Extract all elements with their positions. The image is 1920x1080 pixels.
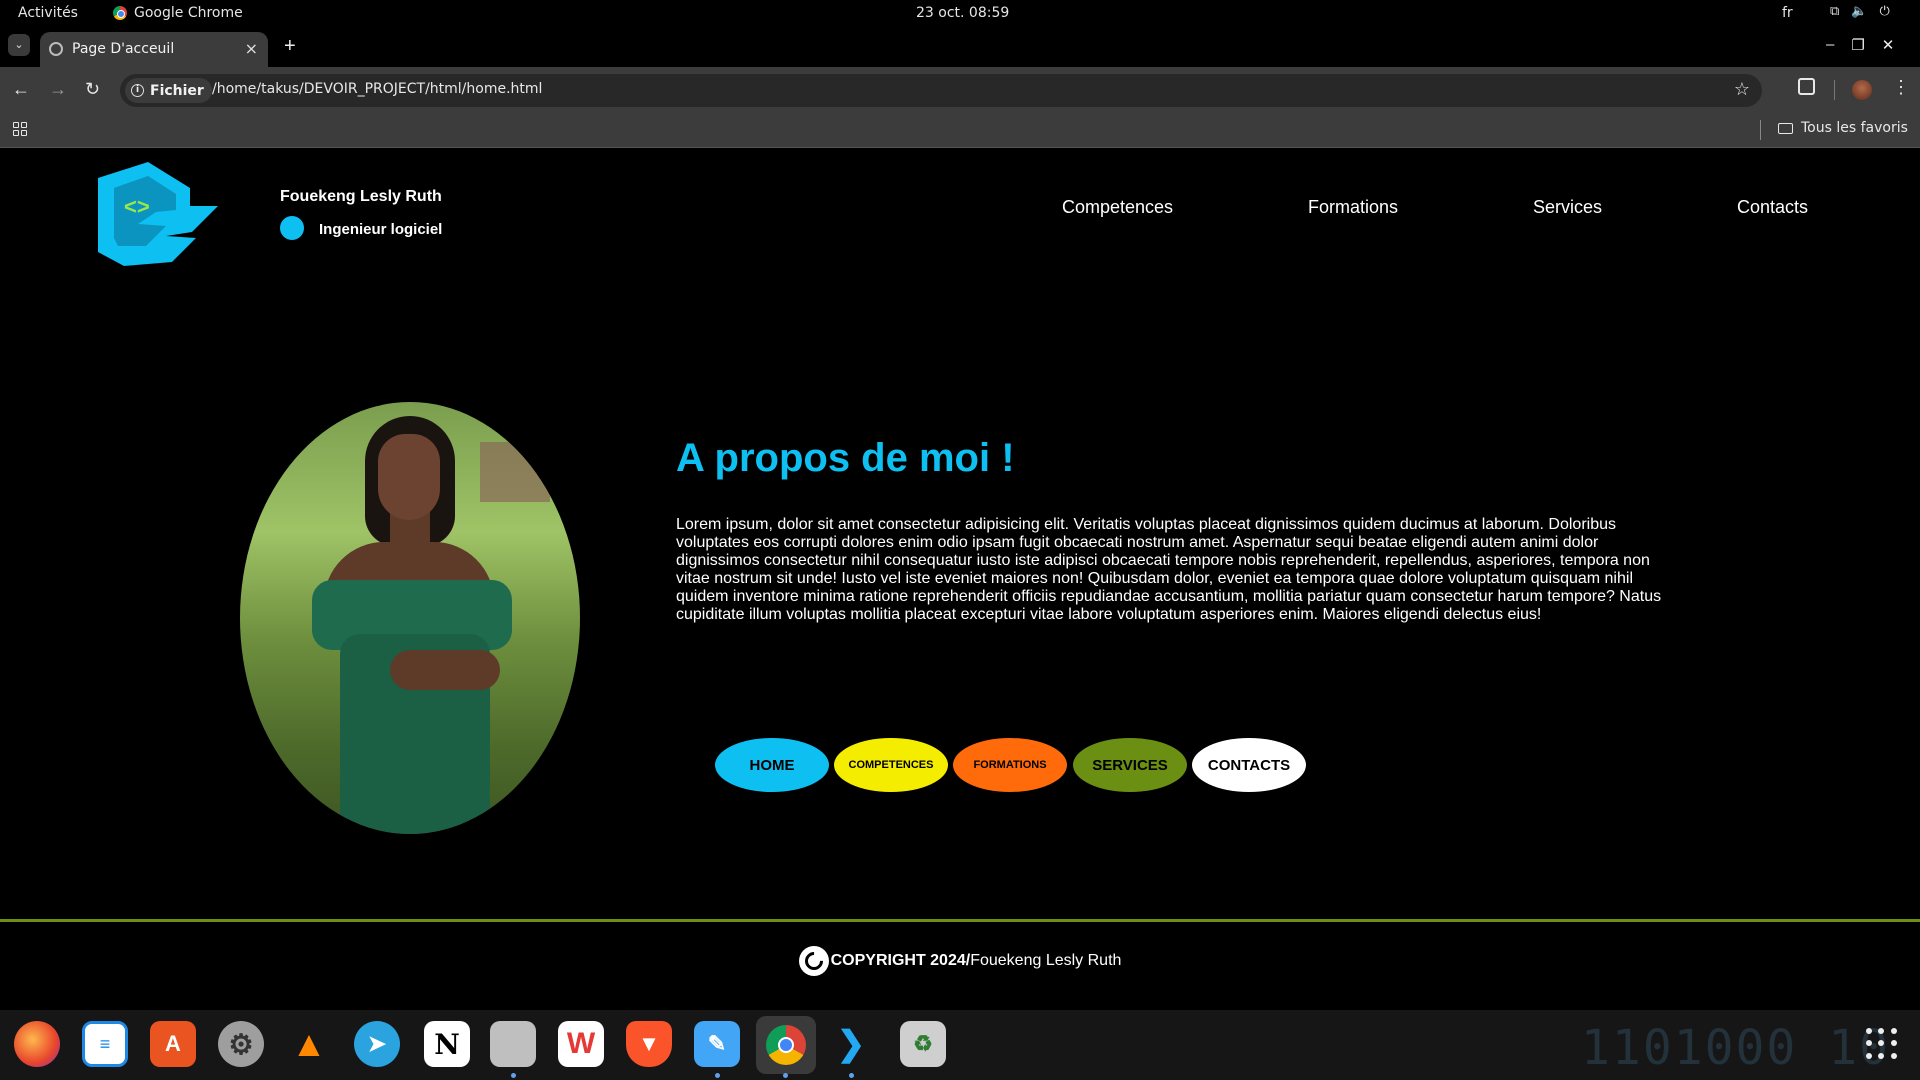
info-icon: i	[131, 84, 144, 97]
footer-divider	[0, 919, 1920, 922]
vscode-icon[interactable]: ❯	[828, 1021, 874, 1067]
toolbar-divider	[1834, 80, 1835, 100]
tab-search-button[interactable]: ⌄	[8, 34, 30, 56]
formations-button[interactable]: FORMATIONS	[953, 738, 1067, 792]
services-button[interactable]: SERVICES	[1073, 738, 1187, 792]
nav-services[interactable]: Services	[1533, 197, 1602, 218]
copyright-label: COPYRIGHT 2024/	[830, 952, 971, 969]
close-tab-button[interactable]: ×	[245, 39, 258, 58]
active-tab[interactable]: Page D'acceuil ×	[40, 32, 268, 67]
url-text[interactable]: /home/takus/DEVOIR_PROJECT/html/home.htm…	[212, 81, 542, 97]
about-text: Lorem ipsum, dolor sit amet consectetur …	[676, 516, 1662, 623]
restore-icon[interactable]: ❐	[1851, 36, 1864, 54]
new-tab-button[interactable]: +	[284, 35, 296, 58]
close-window-icon[interactable]: ✕	[1882, 36, 1895, 54]
status-dot	[280, 216, 304, 240]
app-menu[interactable]: Google Chrome	[113, 5, 243, 21]
minimize-icon[interactable]: –	[1826, 36, 1834, 54]
clock[interactable]: 23 oct. 08:59	[916, 5, 1009, 21]
telegram-icon[interactable]: ➤	[354, 1021, 400, 1067]
trash-icon[interactable]: ♻	[900, 1021, 946, 1067]
wps-office-icon[interactable]: W	[558, 1021, 604, 1067]
home-button[interactable]: HOME	[715, 738, 829, 792]
app-menu-label: Google Chrome	[134, 5, 243, 21]
bookmarks-bar: Tous les favoris	[0, 112, 1920, 148]
reload-icon[interactable]: ↻	[85, 79, 100, 100]
menu-kebab-icon[interactable]: ⋮	[1892, 77, 1910, 98]
volume-icon: 🔈	[1851, 4, 1868, 19]
all-bookmarks-button[interactable]: Tous les favoris	[1778, 120, 1908, 136]
editor-running-indicator	[715, 1073, 720, 1078]
site-info-chip[interactable]: i Fichier	[125, 78, 212, 103]
forward-icon[interactable]: →	[49, 79, 67, 100]
address-bar[interactable]: i Fichier /home/takus/DEVOIR_PROJECT/htm…	[120, 74, 1762, 107]
vlc-icon[interactable]: ▲	[286, 1021, 332, 1067]
network-icon: ⧉	[1830, 4, 1840, 19]
tab-title: Page D'acceuil	[72, 41, 175, 57]
profile-photo	[240, 402, 580, 834]
activities-button[interactable]: Activités	[18, 5, 78, 21]
system-menu[interactable]: ⧉ 🔈 ⏻	[1830, 4, 1890, 19]
chrome-running-indicator	[783, 1073, 788, 1078]
globe-icon	[49, 42, 63, 56]
copyright-icon	[798, 946, 829, 976]
copyright-owner: Fouekeng Lesly Ruth	[970, 952, 1122, 969]
logo-code-glyph: <>	[124, 194, 150, 219]
back-icon[interactable]: ←	[12, 79, 30, 100]
contacts-button[interactable]: CONTACTS	[1192, 738, 1306, 792]
notion-icon[interactable]: N	[424, 1021, 470, 1067]
dock: 1101000 10 ≡ A ⚙ ▲ ➤ N W ▼ ✎ ❯ ♻	[0, 1010, 1920, 1080]
web-page: <> Fouekeng Lesly Ruth Ingenieur logicie…	[0, 148, 1920, 1010]
app-center-icon[interactable]: A	[150, 1021, 196, 1067]
nav-formations[interactable]: Formations	[1308, 197, 1398, 218]
writer-icon[interactable]: ≡	[82, 1021, 128, 1067]
files-running-indicator	[511, 1073, 516, 1078]
chrome-logo	[766, 1025, 806, 1065]
competences-button[interactable]: COMPETENCES	[834, 738, 948, 792]
role-label: Ingenieur logiciel	[319, 221, 443, 238]
brand-name: Fouekeng Lesly Ruth	[280, 188, 442, 205]
wallpaper-text: 1101000 10	[1581, 1020, 1890, 1076]
window-controls: – ❐ ✕	[1826, 36, 1894, 54]
bookmark-star-icon[interactable]: ☆	[1734, 79, 1750, 100]
site-logo[interactable]: <>	[94, 162, 218, 266]
chrome-icon	[113, 6, 127, 20]
nav-competences[interactable]: Competences	[1062, 197, 1173, 218]
nav-contacts[interactable]: Contacts	[1737, 197, 1808, 218]
tab-strip: ⌄ Page D'acceuil × + – ❐ ✕	[0, 27, 1920, 67]
keyboard-layout[interactable]: fr	[1782, 5, 1793, 21]
folder-icon	[1778, 122, 1793, 134]
browser-toolbar: ← → ↻ i Fichier /home/takus/DEVOIR_PROJE…	[0, 67, 1920, 112]
profile-avatar[interactable]	[1852, 80, 1872, 100]
all-bookmarks-label: Tous les favoris	[1801, 120, 1908, 136]
apps-grid-icon[interactable]	[13, 122, 27, 136]
chrome-icon[interactable]	[756, 1016, 816, 1074]
brave-icon[interactable]: ▼	[626, 1021, 672, 1067]
firefox-icon[interactable]	[14, 1021, 60, 1067]
system-top-bar: Activités Google Chrome 23 oct. 08:59 fr…	[0, 0, 1920, 27]
files-icon[interactable]	[490, 1021, 536, 1067]
extensions-icon[interactable]	[1798, 78, 1815, 95]
settings-icon[interactable]: ⚙	[218, 1021, 264, 1067]
show-apps-icon[interactable]	[1866, 1028, 1898, 1060]
power-icon: ⏻	[1879, 4, 1890, 19]
text-editor-icon[interactable]: ✎	[694, 1021, 740, 1067]
about-title: A propos de moi !	[676, 436, 1015, 480]
footer: COPYRIGHT 2024/ Fouekeng Lesly Ruth	[0, 946, 1920, 976]
site-info-label: Fichier	[150, 82, 204, 99]
vscode-running-indicator	[849, 1073, 854, 1078]
bookmarks-divider	[1760, 120, 1761, 140]
